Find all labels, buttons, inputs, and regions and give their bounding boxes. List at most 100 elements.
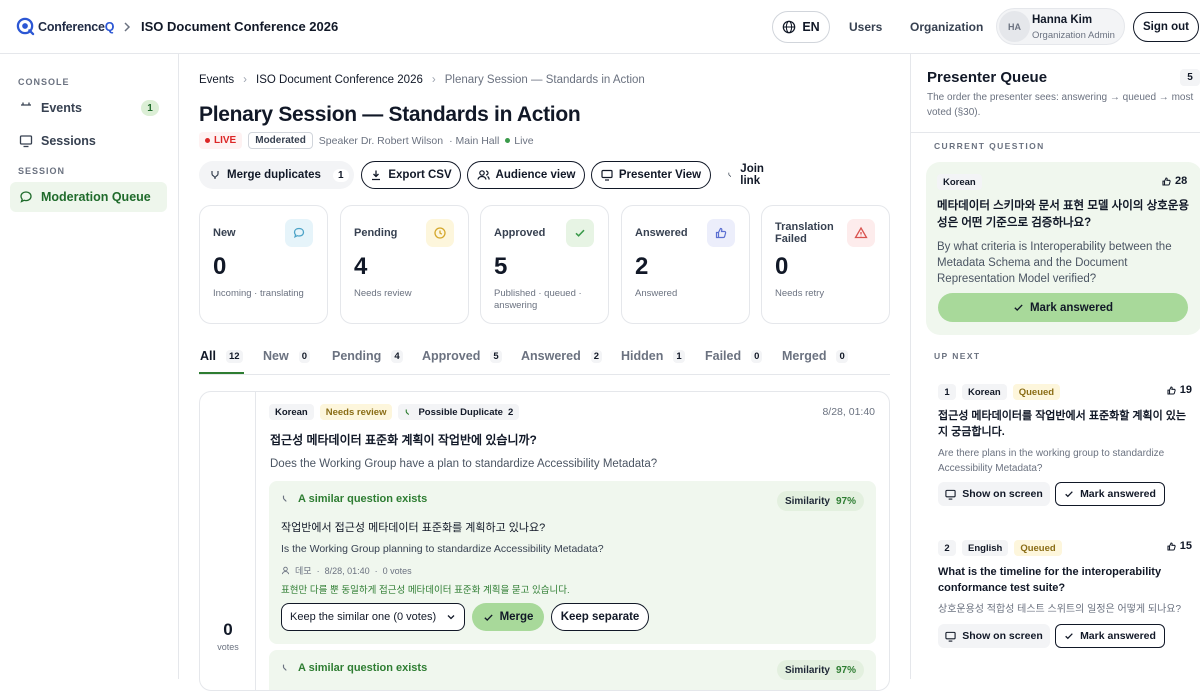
breadcrumb-conference[interactable]: ISO Document Conference 2026 (256, 74, 423, 86)
export-csv-button[interactable]: Export CSV (361, 161, 461, 189)
mark-answered-button[interactable]: Mark answered (938, 293, 1188, 322)
mark-answered-button[interactable]: Mark answered (1055, 624, 1165, 648)
live-dot-icon (205, 138, 210, 143)
check-icon (566, 219, 594, 247)
stat-label: New (213, 227, 236, 239)
audience-view-button[interactable]: Audience view (467, 161, 585, 189)
tab-label: Pending (332, 349, 382, 363)
brand-suffix: Q (104, 19, 115, 34)
tab-count: 4 (391, 349, 403, 363)
sign-out-button[interactable]: Sign out (1133, 12, 1199, 42)
thumbs-up-icon (1167, 385, 1176, 395)
sidebar-item-moderation-queue[interactable]: Moderation Queue (10, 182, 167, 212)
language-tag: Korean (269, 404, 314, 420)
similar-heading: A similar question exists (281, 493, 427, 505)
mark-answered-button[interactable]: Mark answered (1055, 482, 1165, 506)
vote-column: 0 votes (200, 392, 256, 690)
check-icon (483, 613, 493, 621)
presenter-view-button[interactable]: Presenter View (591, 161, 711, 189)
tab-all[interactable]: All 12 (200, 349, 243, 363)
tab-hidden[interactable]: Hidden 1 (621, 349, 685, 363)
status-tabs: All 12 New 0 Pending 4 Approved 5 Answered 2 … (199, 342, 890, 375)
tab-merged[interactable]: Merged 0 (782, 349, 848, 363)
tab-answered[interactable]: Answered 2 (521, 349, 603, 363)
nav-users[interactable]: Users (849, 20, 882, 34)
presenter-queue-panel: Presenter Queue 5 The order the presente… (910, 54, 1200, 679)
stat-card-new[interactable]: New 0 Incoming · translating (199, 205, 328, 324)
queue-item-tags: 1 Korean Queued (938, 384, 1061, 400)
chevron-right-icon: › (431, 74, 436, 86)
tab-label: All (200, 349, 216, 363)
tab-count: 0 (751, 349, 763, 363)
queue-item-translation: Are there plans in the working group to … (938, 448, 1165, 474)
current-question-original: 메타데이터 스키마와 문서 표현 모델 사이의 상호운용성은 어떤 기준으로 검… (937, 200, 1189, 229)
tab-count: 12 (225, 349, 243, 363)
tab-failed[interactable]: Failed 0 (705, 349, 763, 363)
event-title[interactable]: ISO Document Conference 2026 (141, 19, 338, 34)
user-menu[interactable]: HA Hanna Kim Organization Admin (996, 8, 1125, 45)
language-label: EN (802, 20, 820, 34)
audience-view-label: Audience view (495, 169, 576, 181)
merge-duplicates-button[interactable]: Merge duplicates 1 (199, 161, 354, 189)
similar-time: 8/28, 01:40 (324, 565, 370, 576)
breadcrumb: Events › ISO Document Conference 2026 › … (199, 74, 645, 86)
tab-label: Answered (521, 349, 581, 363)
join-link-button[interactable]: Join link (727, 161, 769, 189)
stat-subtitle: Needs retry (775, 288, 825, 299)
merge-icon (282, 664, 287, 671)
stat-card-translation-failed[interactable]: Translation Failed 0 Needs retry (761, 205, 890, 324)
stat-card-answered[interactable]: Answered 2 Answered (621, 205, 750, 324)
speaker-name: Speaker Dr. Robert Wilson (318, 134, 444, 147)
show-on-screen-button[interactable]: Show on screen (938, 624, 1050, 648)
tab-approved[interactable]: Approved 5 (422, 349, 502, 363)
question-time: 8/28, 01:40 (822, 406, 875, 418)
keep-choice-select[interactable]: Keep the similar one (0 votes) (281, 603, 465, 631)
up-next-label: UP NEXT (934, 351, 981, 361)
merge-label: Merge (499, 611, 534, 623)
like-count-value: 19 (1179, 384, 1192, 396)
brand-logo[interactable]: ConferenceQ (16, 17, 115, 36)
show-on-screen-button[interactable]: Show on screen (938, 482, 1050, 506)
sidebar-section-session: SESSION (18, 166, 66, 176)
keep-separate-button[interactable]: Keep separate (551, 603, 649, 631)
link-icon (728, 172, 732, 177)
similar-meta: 데모 · 8/28, 01:40 · 0 votes (281, 564, 412, 577)
stat-label: Translation Failed (775, 221, 834, 245)
stat-card-pending[interactable]: Pending 4 Needs review (340, 205, 469, 324)
queue-item-tags: 2 English Queued (938, 540, 1062, 556)
clock-icon (426, 219, 454, 247)
like-count: 28 (1161, 175, 1187, 187)
stat-subtitle: Published · queued · answering (494, 288, 582, 311)
like-count-value: 15 (1179, 540, 1192, 552)
brand-name: Conference (38, 19, 105, 34)
sidebar-item-events[interactable]: Events 1 (10, 93, 167, 123)
tab-label: New (263, 349, 289, 363)
duplicate-tag[interactable]: Possible Duplicate 2 (398, 404, 520, 420)
sidebar-item-sessions[interactable]: Sessions (10, 126, 167, 156)
chat-bubble-icon (20, 191, 32, 203)
live-badge-label: LIVE (214, 135, 237, 146)
language-button[interactable]: EN (772, 11, 830, 43)
status-tag: Queued (1014, 540, 1062, 556)
status-dot-icon (505, 138, 511, 143)
question-card: 0 votes Korean Needs review Possible Dup… (199, 391, 890, 691)
nav-organization[interactable]: Organization (910, 20, 983, 34)
like-count: 15 (1166, 540, 1192, 552)
like-count: 19 (1166, 384, 1192, 396)
tab-count: 1 (673, 349, 685, 363)
breadcrumb-events[interactable]: Events (199, 74, 234, 86)
stat-card-approved[interactable]: Approved 5 Published · queued · answerin… (480, 205, 609, 324)
tab-pending[interactable]: Pending 4 (332, 349, 403, 363)
similar-question-panel: A similar question exists Similarity 97% … (269, 481, 876, 644)
stat-subtitle: Incoming · translating (213, 288, 304, 299)
tab-new[interactable]: New 0 (263, 349, 310, 363)
mark-answered-label: Mark answered (1029, 301, 1114, 314)
language-tag: English (962, 540, 1009, 556)
merge-button[interactable]: Merge (472, 603, 544, 631)
queue-item: 2 English Queued 15 What is the timeline… (938, 540, 1192, 679)
queue-item: 1 Korean Queued 19 접근성 메타데이터를 작업반에서 표준화할… (938, 384, 1192, 534)
stat-value: 0 (213, 253, 227, 280)
queue-item-text: What is the timeline for the interoperab… (938, 566, 1162, 594)
download-icon (372, 170, 381, 181)
session-meta: LIVE Moderated Speaker Dr. Robert Wilson… (199, 132, 534, 149)
